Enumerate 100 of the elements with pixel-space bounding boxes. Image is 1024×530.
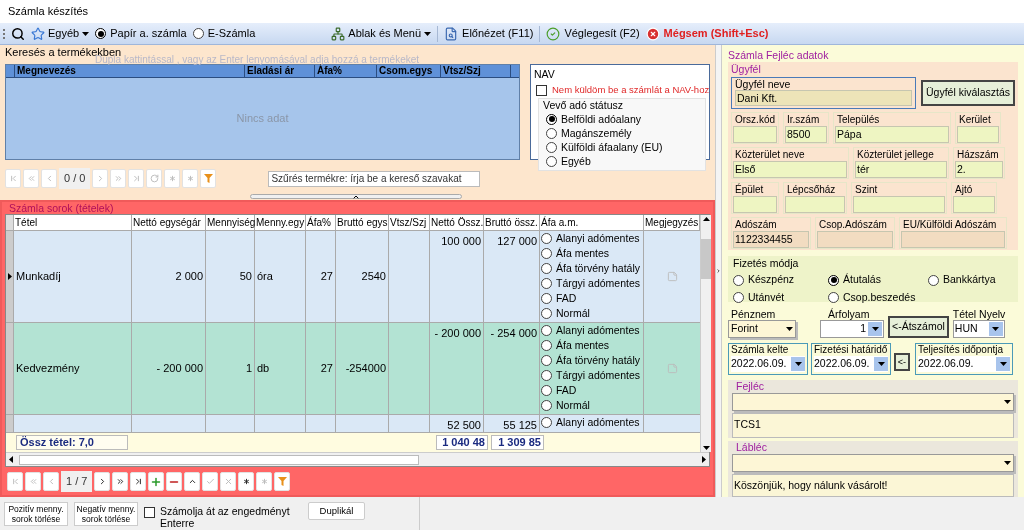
text-field[interactable] [957, 126, 999, 143]
last-page-button[interactable] [130, 472, 147, 491]
filter-field[interactable]: Szűrés termékre: írja be a kereső szavakat [268, 170, 481, 187]
radio-option[interactable]: Tárgyi adómentes [541, 276, 643, 291]
row-selector[interactable] [6, 231, 14, 322]
radio-option[interactable]: FAD [541, 291, 643, 306]
radio-option[interactable]: Áfa törvény hatály [541, 353, 643, 368]
radio-circle[interactable] [828, 274, 839, 286]
vertical-scrollbar[interactable] [700, 215, 711, 452]
column-header[interactable]: Tétel [14, 215, 132, 230]
column-header[interactable]: Nettó egységár [132, 215, 206, 230]
copy-date-button[interactable]: <- [894, 353, 910, 371]
radio-option[interactable]: Áfa mentes [541, 246, 643, 261]
radio-option[interactable]: Magánszemély [546, 126, 701, 140]
radio-option[interactable]: Készpénz [733, 272, 828, 289]
radio-option[interactable]: Alanyi adómentes [541, 415, 643, 430]
text-field[interactable] [733, 126, 777, 143]
scroll-up-icon[interactable] [702, 217, 710, 221]
column-header[interactable]: Mennyiség [206, 215, 255, 230]
column-header[interactable]: Vtsz/Szj [389, 215, 430, 230]
remove-button[interactable] [166, 472, 183, 491]
radio-option[interactable]: Belföldi adóalany [546, 112, 701, 126]
column-header[interactable]: Áfa a.m. [540, 215, 644, 230]
search-button[interactable] [11, 26, 25, 41]
text-field[interactable]: 1122334455 [733, 231, 809, 248]
radio-option[interactable]: Utánvét [733, 290, 828, 306]
table-row[interactable]: Munkadíj 2 000 50 óra 27 2540 100 000 127 000 Alanyi adómentes Áfa mentes Áfa törvény hatály Tárgyi adómentes FAD Normál [6, 231, 700, 323]
column-header[interactable]: Csom.egys [377, 65, 441, 77]
radio-option[interactable]: Bankkártya [928, 272, 1008, 289]
add-button[interactable] [148, 472, 165, 491]
text-field[interactable] [817, 231, 893, 248]
checkbox-option[interactable]: Számolja át az engedményt Enterre [144, 505, 294, 529]
menu-button[interactable]: Egyéb [31, 25, 90, 42]
radio-option[interactable]: Normál [541, 306, 643, 321]
radio-option[interactable]: Külföldi áfaalany (EU) [546, 140, 701, 154]
radio-option[interactable]: Áfa mentes [541, 338, 643, 353]
toolbar-button[interactable]: Előnézet (F11) [444, 25, 534, 42]
date-picker[interactable]: 2022.06.09. [918, 356, 1010, 372]
radio-option[interactable]: Normál [541, 398, 643, 413]
panel-splitter[interactable] [715, 45, 722, 497]
language-dropdown[interactable]: HUN [952, 320, 1005, 338]
radio-option[interactable]: Alanyi adómentes [541, 231, 643, 246]
column-header[interactable]: Bruttó egys [336, 215, 389, 230]
scroll-thumb[interactable] [701, 238, 711, 279]
date-picker[interactable]: 2022.06.09. [731, 356, 805, 372]
radio-option[interactable]: Csop.beszedés [828, 290, 928, 306]
table-row[interactable]: 52 500 55 125 Alanyi adómentes [6, 415, 700, 433]
radio-circle[interactable] [546, 113, 557, 125]
toolbar-button[interactable]: Véglegesít (F2) [546, 25, 640, 42]
table-row[interactable]: Kedvezmény - 200 000 1 db 27 -254000 - 200 000 - 254 000 Alanyi adómentes Áfa mentes Áfa törvény hatály Tárgyi adómentes FAD Normál [6, 323, 700, 415]
template-dropdown[interactable] [732, 454, 1014, 472]
text-field[interactable]: 8500 [785, 126, 827, 143]
new-record-button[interactable] [238, 472, 255, 491]
radio-circle[interactable] [95, 28, 107, 39]
scroll-left-icon[interactable] [9, 456, 13, 463]
text-field[interactable] [953, 196, 995, 213]
text-field[interactable]: Pápa [835, 126, 949, 143]
column-header[interactable]: Bruttó össz. [484, 215, 540, 230]
column-header[interactable]: Nettó Össz. [430, 215, 484, 230]
text-field[interactable]: Első [733, 161, 847, 178]
text-field[interactable]: 2. [955, 161, 1003, 178]
currency-dropdown[interactable]: Forint [728, 320, 796, 338]
radio-option[interactable]: Alanyi adómentes [541, 323, 643, 338]
filter-button[interactable] [200, 169, 217, 188]
next-page-button[interactable] [112, 472, 129, 491]
select-customer-button[interactable]: Ügyfél kiválasztás [920, 80, 1015, 106]
radio-option[interactable]: FAD [541, 383, 643, 398]
next-button[interactable] [94, 472, 111, 491]
text-field[interactable] [785, 196, 845, 213]
splitter-handle[interactable] [250, 194, 462, 199]
duplicate-button[interactable]: Duplikál [308, 502, 365, 520]
text-field[interactable]: tér [855, 161, 947, 178]
text-field[interactable] [733, 196, 777, 213]
template-dropdown[interactable] [732, 393, 1014, 411]
radio-option[interactable]: Tárgyi adómentes [541, 368, 643, 383]
delete-negative-button[interactable]: Negatív menny. sorok törlése [74, 502, 138, 526]
rate-dropdown[interactable]: 1 [820, 320, 884, 338]
column-header[interactable]: Eladási ár [245, 65, 315, 77]
filter-button[interactable] [274, 472, 291, 491]
delete-positive-button[interactable]: Pozitív menny. sorok törlése [4, 502, 68, 526]
radio-option[interactable]: Egyéb [546, 154, 701, 168]
column-header[interactable]: Áfa% [315, 65, 377, 77]
text-field[interactable] [901, 231, 1005, 248]
radio-option[interactable]: Áfa törvény hatály [541, 261, 643, 276]
menu-button[interactable]: Ablak és Menü [331, 25, 432, 42]
date-picker[interactable]: 2022.06.09. [814, 356, 888, 372]
horizontal-scrollbar[interactable] [6, 452, 709, 466]
column-header[interactable]: Vtsz/Szj [441, 65, 511, 77]
radio-option[interactable]: E-Számla [192, 25, 256, 42]
text-area[interactable]: TCS1 [732, 413, 1014, 438]
scroll-down-icon[interactable] [702, 446, 710, 450]
move-up-button[interactable] [184, 472, 201, 491]
text-area[interactable]: Köszönjük, hogy nálunk vásárolt! [732, 474, 1014, 497]
column-header[interactable]: Áfa% [306, 215, 336, 230]
column-header[interactable]: Menny.egy [255, 215, 306, 230]
cancel-button[interactable]: Mégsem (Shift+Esc) [645, 25, 769, 42]
text-field[interactable] [853, 196, 945, 213]
scroll-right-icon[interactable] [702, 456, 706, 463]
column-header[interactable]: Megnevezés [15, 65, 245, 77]
convert-button[interactable]: <-Átszámol [888, 316, 949, 338]
